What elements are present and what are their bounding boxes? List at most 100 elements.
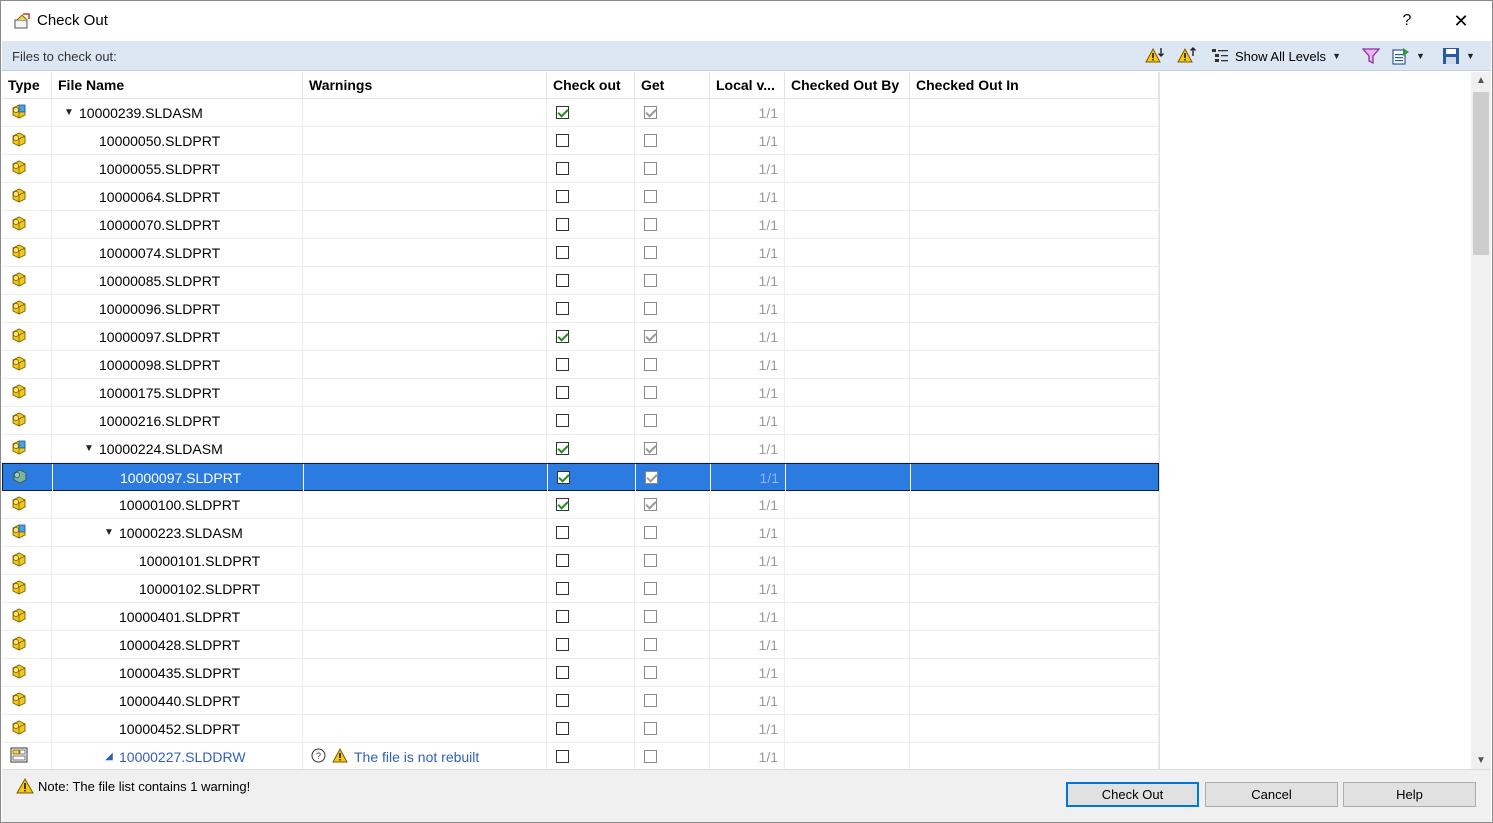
get-checkbox[interactable] [644, 498, 657, 511]
expand-arrow-icon[interactable]: ▼ [64, 107, 74, 118]
file-name-cell[interactable]: 10000064.SLDPRT [52, 183, 303, 210]
get-checkbox[interactable] [644, 246, 657, 259]
table-row[interactable]: 10000074.SLDPRT 1/1 [2, 239, 1159, 267]
check-out-checkbox[interactable] [556, 274, 569, 287]
column-checked-out-by[interactable]: Checked Out By [785, 72, 910, 99]
file-name-cell[interactable]: 10000101.SLDPRT [52, 547, 303, 574]
check-out-checkbox[interactable] [556, 386, 569, 399]
get-checkbox[interactable] [644, 190, 657, 203]
file-name-cell[interactable]: 10000097.SLDPRT [53, 464, 304, 491]
column-warnings[interactable]: Warnings [303, 72, 547, 99]
get-checkbox[interactable] [644, 414, 657, 427]
scroll-thumb[interactable] [1473, 92, 1489, 255]
check-out-checkbox[interactable] [556, 134, 569, 147]
check-out-checkbox[interactable] [556, 498, 569, 511]
file-name-cell[interactable]: ◢ 10000227.SLDDRW [52, 743, 303, 769]
file-name-cell[interactable]: 10000216.SLDPRT [52, 407, 303, 434]
get-checkbox[interactable] [644, 582, 657, 595]
get-checkbox[interactable] [644, 750, 657, 763]
table-row[interactable]: 10000401.SLDPRT 1/1 [2, 603, 1159, 631]
table-row[interactable]: 10000440.SLDPRT 1/1 [2, 687, 1159, 715]
get-checkbox[interactable] [644, 274, 657, 287]
file-name-cell[interactable]: 10000440.SLDPRT [52, 687, 303, 714]
get-checkbox[interactable] [644, 358, 657, 371]
get-checkbox[interactable] [644, 638, 657, 651]
file-name-cell[interactable]: ▼ 10000224.SLDASM [52, 435, 303, 462]
check-out-checkbox[interactable] [556, 162, 569, 175]
table-row[interactable]: ▼ 10000223.SLDASM 1/1 [2, 519, 1159, 547]
show-all-levels-dropdown[interactable]: Show All Levels ▼ [1211, 45, 1341, 67]
check-out-checkbox[interactable] [556, 246, 569, 259]
vertical-scrollbar[interactable]: ▲ ▼ [1471, 72, 1491, 769]
export-dropdown[interactable]: ▼ [1392, 45, 1425, 67]
get-checkbox[interactable] [644, 162, 657, 175]
question-icon[interactable]: ? [311, 748, 326, 766]
check-out-checkbox[interactable] [557, 471, 570, 484]
check-out-checkbox[interactable] [556, 218, 569, 231]
table-row[interactable]: ▼ 10000239.SLDASM 1/1 [2, 99, 1159, 127]
get-checkbox[interactable] [644, 554, 657, 567]
table-row[interactable]: 10000055.SLDPRT 1/1 [2, 155, 1159, 183]
table-row[interactable]: 10000100.SLDPRT 1/1 [2, 491, 1159, 519]
table-row[interactable]: 10000070.SLDPRT 1/1 [2, 211, 1159, 239]
file-name-cell[interactable]: 10000096.SLDPRT [52, 295, 303, 322]
file-name-cell[interactable]: 10000055.SLDPRT [52, 155, 303, 182]
expand-arrow-icon[interactable]: ◢ [104, 751, 114, 762]
file-name-cell[interactable]: 10000085.SLDPRT [52, 267, 303, 294]
filter-button[interactable] [1362, 45, 1380, 67]
file-name-cell[interactable]: 10000070.SLDPRT [52, 211, 303, 238]
check-out-checkbox[interactable] [556, 666, 569, 679]
table-row[interactable]: 10000050.SLDPRT 1/1 [2, 127, 1159, 155]
next-warning-button[interactable] [1145, 45, 1165, 67]
check-out-checkbox[interactable] [556, 302, 569, 315]
column-check-out[interactable]: Check out [547, 72, 635, 99]
help-button[interactable]: ? [1395, 9, 1419, 33]
get-checkbox[interactable] [644, 134, 657, 147]
file-name-cell[interactable]: 10000401.SLDPRT [52, 603, 303, 630]
check-out-checkbox[interactable] [556, 610, 569, 623]
scroll-up-icon[interactable]: ▲ [1471, 72, 1491, 89]
check-out-checkbox[interactable] [556, 554, 569, 567]
expand-arrow-icon[interactable]: ▼ [84, 443, 94, 454]
get-checkbox[interactable] [645, 471, 658, 484]
table-row[interactable]: 10000085.SLDPRT 1/1 [2, 267, 1159, 295]
get-checkbox[interactable] [644, 610, 657, 623]
check-out-checkbox[interactable] [556, 582, 569, 595]
file-name-cell[interactable]: 10000102.SLDPRT [52, 575, 303, 602]
get-checkbox[interactable] [644, 386, 657, 399]
get-checkbox[interactable] [644, 526, 657, 539]
get-checkbox[interactable] [644, 666, 657, 679]
save-dropdown[interactable]: ▼ [1442, 45, 1475, 67]
table-row[interactable]: 10000216.SLDPRT 1/1 [2, 407, 1159, 435]
check-out-checkbox[interactable] [556, 106, 569, 119]
file-name-cell[interactable]: ▼ 10000239.SLDASM [52, 99, 303, 126]
get-checkbox[interactable] [644, 694, 657, 707]
check-out-checkbox[interactable] [556, 526, 569, 539]
table-row[interactable]: 10000102.SLDPRT 1/1 [2, 575, 1159, 603]
table-row[interactable]: 10000097.SLDPRT 1/1 [2, 463, 1160, 491]
get-checkbox[interactable] [644, 722, 657, 735]
get-checkbox[interactable] [644, 218, 657, 231]
check-out-button[interactable]: Check Out [1066, 782, 1199, 807]
file-name-cell[interactable]: 10000175.SLDPRT [52, 379, 303, 406]
table-row[interactable]: 10000452.SLDPRT 1/1 [2, 715, 1159, 743]
table-row[interactable]: ◢ 10000227.SLDDRW? The file is not rebuilt… [2, 743, 1159, 769]
get-checkbox[interactable] [644, 330, 657, 343]
check-out-checkbox[interactable] [556, 722, 569, 735]
check-out-checkbox[interactable] [556, 750, 569, 763]
scroll-down-icon[interactable]: ▼ [1471, 752, 1491, 769]
check-out-checkbox[interactable] [556, 442, 569, 455]
table-row[interactable]: 10000428.SLDPRT 1/1 [2, 631, 1159, 659]
check-out-checkbox[interactable] [556, 190, 569, 203]
file-name-cell[interactable]: 10000098.SLDPRT [52, 351, 303, 378]
check-out-checkbox[interactable] [556, 330, 569, 343]
column-local-version[interactable]: Local v... [710, 72, 785, 99]
check-out-checkbox[interactable] [556, 638, 569, 651]
table-row[interactable]: 10000097.SLDPRT 1/1 [2, 323, 1159, 351]
column-type[interactable]: Type [2, 72, 52, 99]
file-name-cell[interactable]: 10000435.SLDPRT [52, 659, 303, 686]
table-row[interactable]: 10000101.SLDPRT 1/1 [2, 547, 1159, 575]
file-name-cell[interactable]: ▼ 10000223.SLDASM [52, 519, 303, 546]
file-name-cell[interactable]: 10000050.SLDPRT [52, 127, 303, 154]
close-button[interactable]: ✕ [1449, 9, 1473, 33]
